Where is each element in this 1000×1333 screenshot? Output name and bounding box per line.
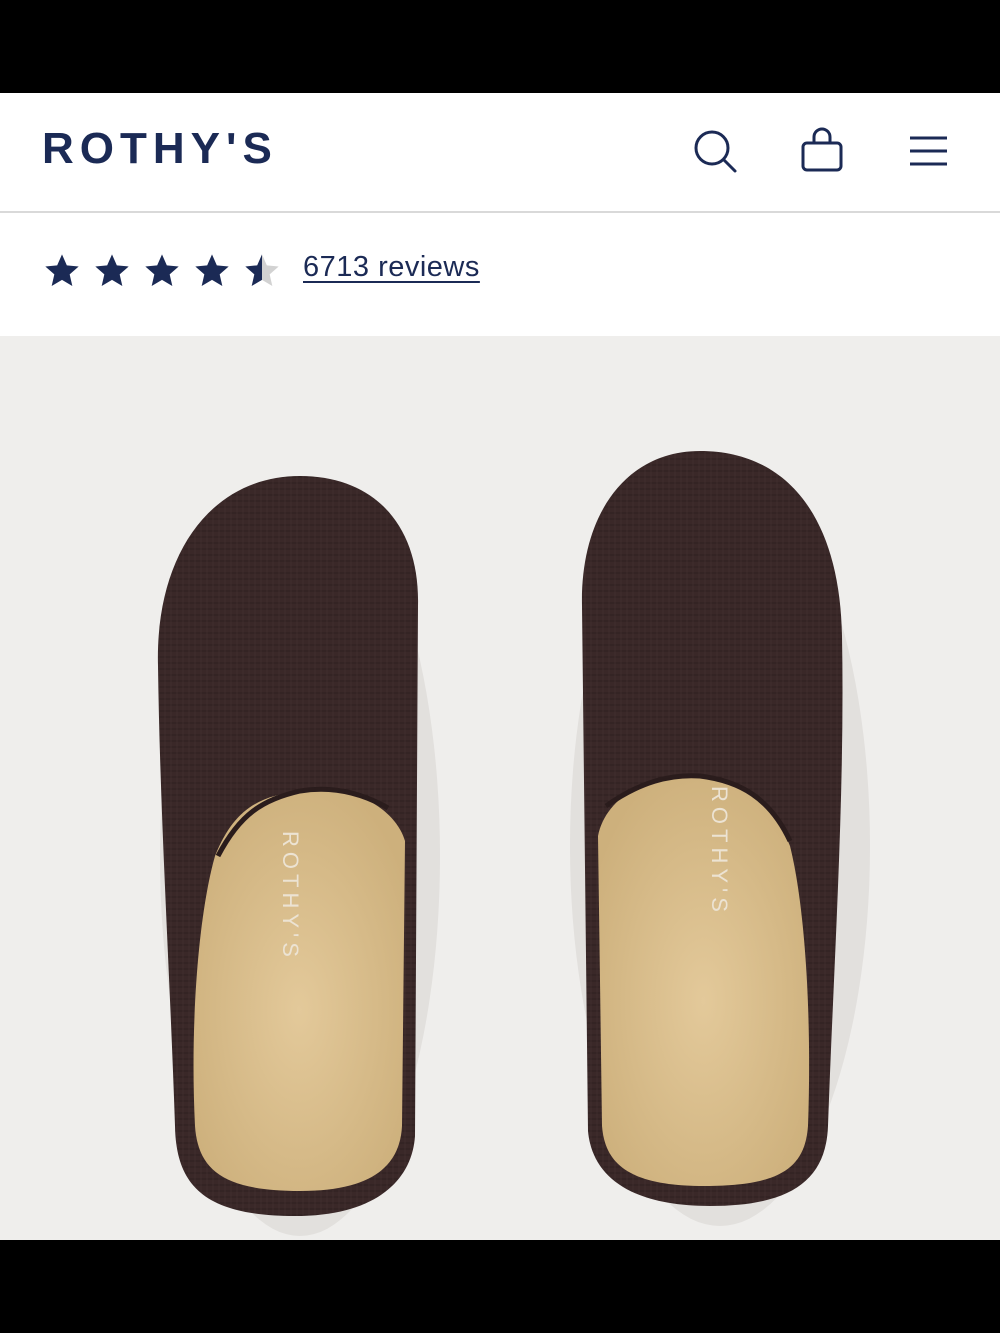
- svg-text:ROTHY'S: ROTHY'S: [278, 831, 303, 962]
- shopping-bag-icon: [801, 127, 843, 172]
- half-star-icon: [242, 251, 282, 291]
- right-slipper: ROTHY'S: [581, 451, 843, 1206]
- cart-button[interactable]: [794, 123, 850, 179]
- search-icon: [694, 130, 737, 173]
- site-header: ROTHY'S: [0, 93, 1000, 213]
- left-slipper: ROTHY'S: [157, 476, 419, 1216]
- star-icon: [142, 251, 182, 291]
- search-button[interactable]: [687, 123, 743, 179]
- rothys-logo[interactable]: ROTHY'S: [42, 127, 278, 171]
- svg-text:ROTHY'S: ROTHY'S: [707, 786, 732, 917]
- star-icon: [92, 251, 132, 291]
- reviews-link[interactable]: 6713 reviews: [303, 251, 480, 284]
- bottom-bar: [0, 1240, 1000, 1333]
- star-rating: [42, 251, 282, 291]
- menu-icon: [910, 136, 947, 166]
- star-icon: [42, 251, 82, 291]
- rating-summary: 6713 reviews: [0, 213, 1000, 336]
- status-bar: [0, 0, 1000, 93]
- product-image[interactable]: ROTHY'S ROTHY'S: [0, 336, 1000, 1240]
- menu-button[interactable]: [900, 123, 956, 179]
- star-icon: [192, 251, 232, 291]
- slipper-pair-illustration: ROTHY'S ROTHY'S: [157, 451, 870, 1236]
